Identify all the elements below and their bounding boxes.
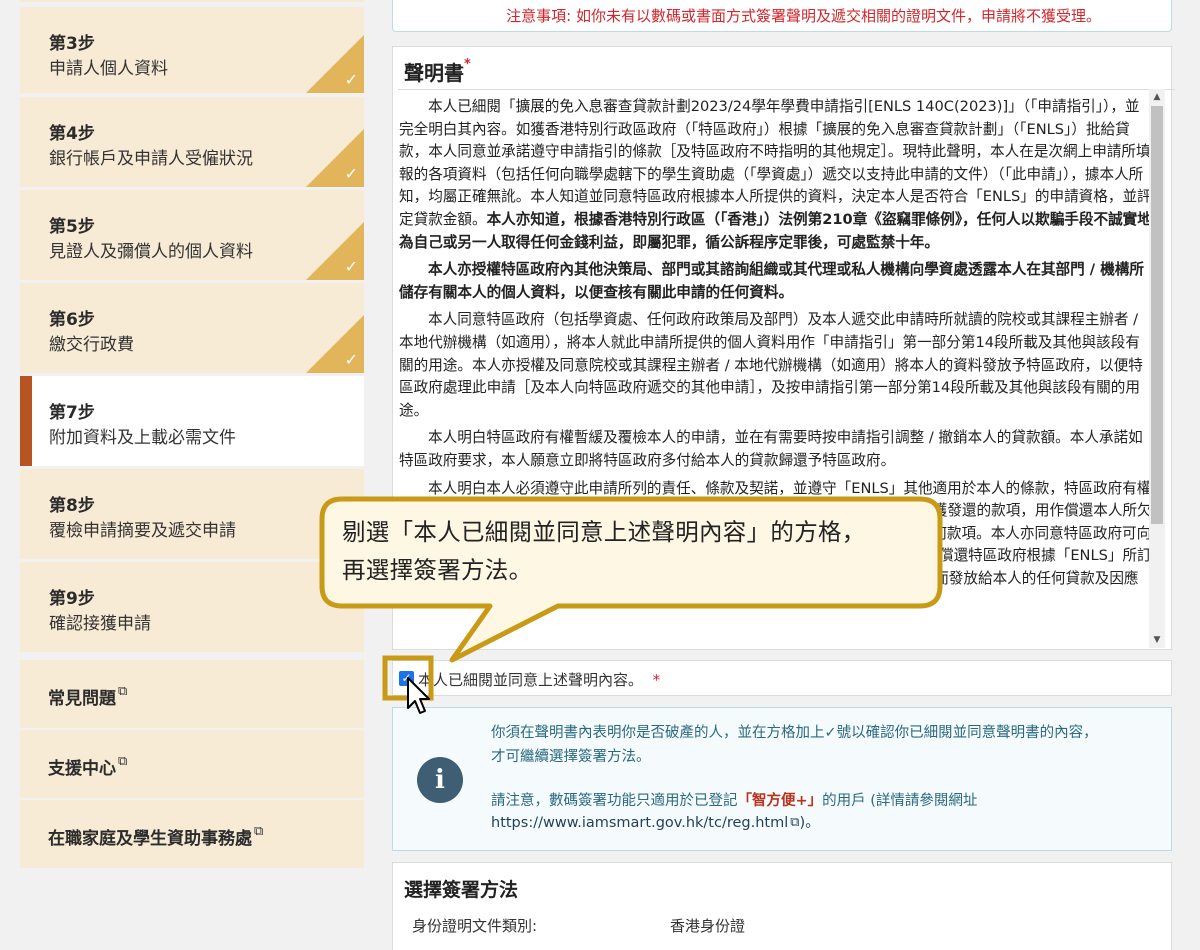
step-label: 覆檢申請摘要及遞交申請 [49, 521, 236, 541]
step-5[interactable]: 第5步 見證人及彌償人的個人資料 ✓ [20, 190, 364, 280]
required-mark: * [464, 57, 471, 72]
external-link-icon: ⧉ [254, 824, 264, 839]
declaration-paragraph: 本人亦授權特區政府內其他決策局、部門或其諮詢組織或其代理或私人機構向學資處透露本… [399, 261, 1144, 301]
agree-declaration-row: ✓ 本人已細閱並同意上述聲明內容。 * [392, 660, 1172, 696]
required-mark: * [652, 671, 661, 689]
declaration-paragraph: 本人同意特區政府（包括學資處、任何政府政策局及部門）及本人遞交此申請時所就讀的院… [399, 311, 1143, 419]
step-number: 第8步 [49, 496, 95, 516]
iamsmart-label: 「智方便+」 [737, 793, 823, 809]
step-9[interactable]: 第9步 確認接獲申請 [20, 562, 364, 652]
id-type-label: 身份證明文件類別: [412, 917, 538, 935]
wfsfaa-link[interactable]: 在職家庭及學生資助事務處 ⧉ [20, 800, 364, 868]
step-label: 見證人及彌償人的個人資料 [49, 242, 253, 262]
external-link-icon: ⧉ [118, 754, 128, 769]
step-label: 確認接獲申請 [49, 614, 151, 634]
info-line-4: https://www.iamsmart.gov.hk/tc/reg.html ⧉… [491, 815, 820, 831]
signing-method-title: 選擇簽署方法 [404, 879, 519, 901]
external-link-icon: ⧉ [790, 815, 800, 830]
info-message-box: i 你須在聲明書內表明你是否破產的人，並在方格加上✓號以確認你已細閱並同意聲明書… [392, 707, 1172, 851]
step-number: 第3步 [49, 34, 95, 54]
callout-line-2: 再選擇簽署方法。 [342, 556, 533, 584]
tick-icon: ✓ [824, 725, 837, 741]
id-type-value: 香港身份證 [670, 917, 746, 935]
step-label: 附加資料及上載必需文件 [49, 428, 236, 448]
step-number: 第9步 [49, 589, 95, 609]
step-label: 繳交行政費 [49, 335, 134, 355]
wfsfaa-link-label: 在職家庭及學生資助事務處 ⧉ [48, 824, 264, 849]
step-7-current[interactable]: 第7步 附加資料及上載必需文件 [20, 376, 364, 466]
faq-link[interactable]: 常見問題 ⧉ [20, 660, 364, 728]
signing-method-card: 選擇簽署方法 身份證明文件類別: 香港身份證 [392, 862, 1172, 950]
info-line-1: 你須在聲明書內表明你是否破產的人，並在方格加上✓號以確認你已細閱並同意聲明書的內… [491, 725, 1098, 741]
info-icon: i [417, 757, 463, 803]
step-2-partial[interactable] [20, 0, 364, 2]
step-8[interactable]: 第8步 覆檢申請摘要及遞交申請 [20, 469, 364, 559]
declaration-paragraph: 本人已細閱「擴展的免入息審查貸款計劃2023/24學年學費申請指引[ENLS 1… [399, 98, 1152, 251]
step-number: 第5步 [49, 217, 95, 237]
scrollbar-thumb[interactable] [1151, 106, 1163, 524]
main-content: 注意事項: 如你未有以數碼或書面方式簽署聲明及遞交相關的證明文件，申請將不獲受理… [380, 0, 1200, 950]
iamsmart-registration-link[interactable]: https://www.iamsmart.gov.hk/tc/reg.html [491, 815, 788, 831]
info-line-3: 請注意，數碼簽署功能只適用於已登記「智方便+」的用戶 (詳情請參閱網址 [491, 793, 978, 809]
agree-label[interactable]: 本人已細閱並同意上述聲明內容。 * [418, 669, 660, 690]
external-link-icon: ⧉ [118, 684, 128, 699]
step-number: 第7步 [49, 403, 95, 423]
step-number: 第6步 [49, 310, 95, 330]
support-centre-link[interactable]: 支援中心 ⧉ [20, 730, 364, 798]
notice-box: 注意事項: 如你未有以數碼或書面方式簽署聲明及遞交相關的證明文件，申請將不獲受理… [392, 0, 1172, 32]
check-icon: ✓ [344, 70, 358, 89]
step-3[interactable]: 第3步 申請人個人資料 ✓ [20, 7, 364, 93]
check-icon: ✓ [344, 164, 358, 183]
info-line-2: 才可繼續選擇簽署方法。 [491, 749, 651, 765]
mouse-cursor-icon [407, 677, 430, 714]
step-label: 銀行帳戶及申請人受僱狀況 [49, 149, 253, 169]
support-centre-link-label: 支援中心 ⧉ [48, 754, 128, 779]
scroll-up-arrow-icon[interactable]: ▲ [1149, 89, 1165, 105]
progress-sidebar: 第3步 申請人個人資料 ✓ 第4步 銀行帳戶及申請人受僱狀況 ✓ 第5步 見證人… [0, 0, 380, 950]
step-4[interactable]: 第4步 銀行帳戶及申請人受僱狀況 ✓ [20, 97, 364, 187]
notice-text: 注意事項: 如你未有以數碼或書面方式簽署聲明及遞交相關的證明文件，申請將不獲受理… [506, 7, 1101, 25]
declaration-scrollbar[interactable]: ▲ ▼ [1149, 89, 1165, 648]
check-icon: ✓ [344, 350, 358, 369]
check-icon: ✓ [344, 257, 358, 276]
declaration-paragraph: 本人明白特區政府有權暫緩及覆檢本人的申請，並在有需要時按申請指引調整 / 撤銷本… [399, 429, 1143, 469]
step-label: 申請人個人資料 [49, 59, 168, 79]
declaration-title: 聲明書* [404, 57, 471, 85]
step-number: 第4步 [49, 124, 95, 144]
step-6[interactable]: 第6步 繳交行政費 ✓ [20, 283, 364, 373]
callout-line-1: 剔選「本人已細閱並同意上述聲明內容」的方格， [342, 518, 866, 546]
scroll-down-arrow-icon[interactable]: ▼ [1149, 632, 1165, 648]
tutorial-callout-text: 剔選「本人已細閱並同意上述聲明內容」的方格， 再選擇簽署方法。 [342, 513, 942, 589]
faq-link-label: 常見問題 ⧉ [48, 684, 128, 709]
